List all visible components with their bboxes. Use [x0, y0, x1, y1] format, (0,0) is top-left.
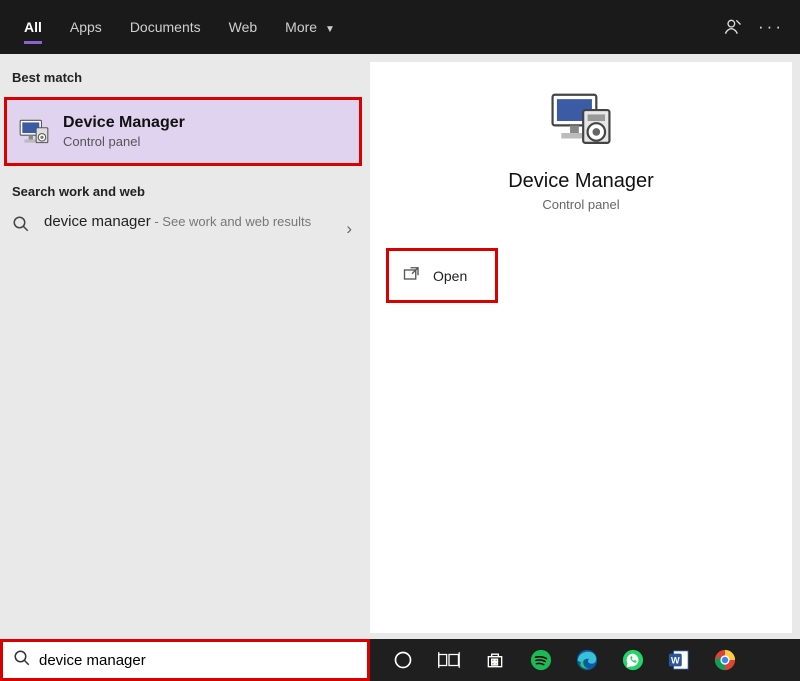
results-pane: Best match Device Manager Control panel …	[0, 54, 370, 641]
preview-pane: Device Manager Control panel Open	[370, 62, 792, 633]
web-search-result[interactable]: device manager - See work and web result…	[0, 205, 370, 247]
tab-more[interactable]: More ▼	[271, 0, 349, 54]
best-match-result[interactable]: Device Manager Control panel	[4, 97, 362, 166]
chevron-down-icon: ▼	[325, 24, 335, 35]
svg-text:W: W	[671, 656, 680, 666]
word-icon[interactable]: W	[656, 640, 702, 680]
device-manager-icon	[17, 117, 51, 147]
feedback-icon[interactable]	[714, 17, 752, 38]
tab-apps[interactable]: Apps	[56, 0, 116, 54]
bottom-row: W	[0, 639, 800, 681]
tab-web[interactable]: Web	[215, 0, 272, 54]
search-bar[interactable]	[0, 639, 370, 681]
spotify-icon[interactable]	[518, 640, 564, 680]
tab-all[interactable]: All	[10, 0, 56, 54]
cortana-icon[interactable]	[380, 640, 426, 680]
whatsapp-icon[interactable]	[610, 640, 656, 680]
task-view-icon[interactable]	[426, 640, 472, 680]
search-web-heading: Search work and web	[0, 178, 370, 205]
best-match-title: Device Manager	[63, 114, 185, 132]
device-manager-icon	[546, 90, 616, 156]
preview-title: Device Manager	[508, 170, 654, 193]
search-category-tabs: All Apps Documents Web More ▼ ···	[0, 0, 800, 54]
tab-documents[interactable]: Documents	[116, 0, 215, 54]
chrome-icon[interactable]	[702, 640, 748, 680]
taskbar: W	[370, 639, 800, 681]
preview-pane-wrapper: Device Manager Control panel Open	[370, 54, 800, 641]
open-label: Open	[433, 268, 467, 284]
best-match-subtitle: Control panel	[63, 134, 185, 149]
microsoft-store-icon[interactable]	[472, 640, 518, 680]
edge-icon[interactable]	[564, 640, 610, 680]
more-options-icon[interactable]: ···	[752, 17, 790, 37]
chevron-right-icon: ›	[346, 219, 352, 239]
best-match-heading: Best match	[0, 64, 370, 91]
web-query-text: device manager	[44, 213, 151, 230]
tab-more-label: More	[285, 19, 317, 35]
search-input[interactable]	[39, 652, 357, 669]
open-button[interactable]: Open	[386, 248, 498, 303]
search-icon	[12, 215, 34, 238]
web-query-suffix: - See work and web results	[151, 214, 311, 229]
open-icon	[403, 265, 421, 286]
preview-subtitle: Control panel	[542, 197, 619, 212]
search-icon	[13, 649, 31, 672]
